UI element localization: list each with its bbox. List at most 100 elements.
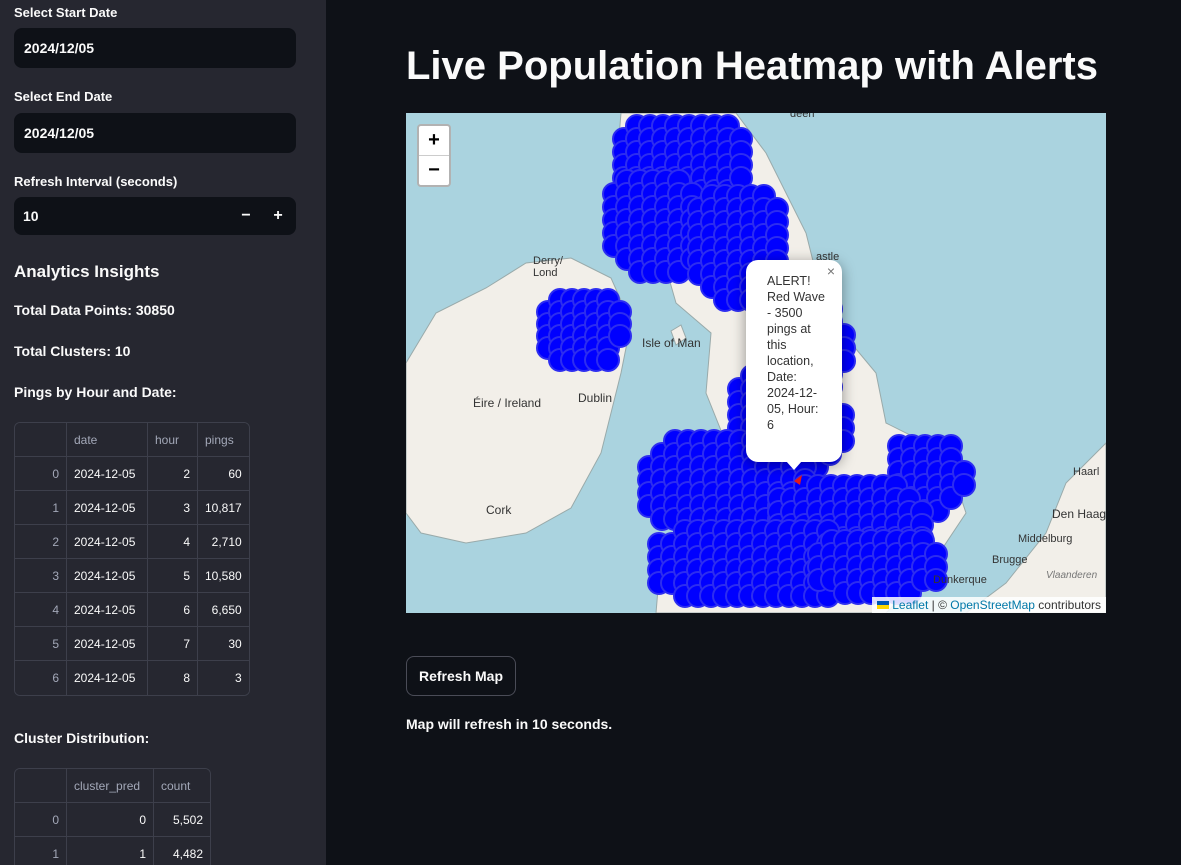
cell-hour: 5 bbox=[148, 559, 198, 593]
sidebar: Select Start Date 2024/12/05 Select End … bbox=[0, 0, 326, 865]
map-label-eire: Éire / Ireland bbox=[473, 396, 542, 410]
row-index: 6 bbox=[15, 661, 67, 695]
map-label-dublin: Dublin bbox=[578, 391, 613, 405]
cell-pings: 6,650 bbox=[198, 593, 249, 627]
table-header[interactable]: pings bbox=[198, 423, 249, 457]
zoom-out-button[interactable]: − bbox=[419, 155, 449, 185]
table-header[interactable] bbox=[15, 423, 67, 457]
table-header-row: cluster_pred count bbox=[15, 769, 210, 803]
row-index: 4 bbox=[15, 593, 67, 627]
map-container[interactable]: Derry/ Lond Isle of Man Éire / Ireland D… bbox=[406, 113, 1106, 613]
row-index: 3 bbox=[15, 559, 67, 593]
row-index: 1 bbox=[15, 491, 67, 525]
map-label-brugge: Brugge bbox=[992, 554, 1028, 566]
table-row: 6 2024-12-05 8 3 bbox=[15, 661, 249, 695]
start-date-input[interactable]: 2024/12/05 bbox=[14, 28, 296, 68]
refresh-status-text: Map will refresh in 10 seconds. bbox=[406, 716, 613, 732]
map-attribution: Leaflet | © OpenStreetMap contributors bbox=[872, 597, 1106, 613]
pings-table: date hour pings 0 2024-12-05 2 60 1 2024-12-… bbox=[14, 422, 250, 696]
popup-tip bbox=[786, 461, 802, 470]
cell-count: 5,502 bbox=[154, 803, 210, 837]
cell-pings: 2,710 bbox=[198, 525, 249, 559]
cell-date: 2024-12-05 bbox=[67, 457, 148, 491]
refresh-map-button[interactable]: Refresh Map bbox=[406, 656, 517, 696]
row-index: 1 bbox=[15, 837, 67, 865]
table-header[interactable]: cluster_pred bbox=[67, 769, 154, 803]
cell-hour: 6 bbox=[148, 593, 198, 627]
cell-pings: 60 bbox=[198, 457, 249, 491]
start-date-label: Select Start Date bbox=[14, 5, 118, 20]
cluster-marker[interactable] bbox=[608, 324, 632, 348]
table-row: 1 2024-12-05 3 10,817 bbox=[15, 491, 249, 525]
row-index: 2 bbox=[15, 525, 67, 559]
refresh-interval-stepper: 10 − + bbox=[14, 197, 296, 235]
attribution-separator: | © bbox=[928, 598, 951, 612]
cell-hour: 8 bbox=[148, 661, 198, 695]
table-header[interactable]: count bbox=[154, 769, 210, 803]
cluster-marker[interactable] bbox=[952, 473, 976, 497]
map-label-den-haag: Den Haag bbox=[1052, 507, 1106, 521]
close-icon[interactable]: × bbox=[827, 263, 835, 279]
table-row: 0 2024-12-05 2 60 bbox=[15, 457, 249, 491]
cell-hour: 2 bbox=[148, 457, 198, 491]
map-label-derry: Derry/ Lond bbox=[533, 255, 563, 279]
cluster-marker[interactable] bbox=[596, 348, 620, 372]
row-index: 0 bbox=[15, 457, 67, 491]
cell-pings: 3 bbox=[198, 661, 249, 695]
end-date-input[interactable]: 2024/12/05 bbox=[14, 113, 296, 153]
zoom-control: + − bbox=[417, 124, 451, 187]
cell-cluster-pred: 1 bbox=[67, 837, 154, 865]
table-row: 4 2024-12-05 6 6,650 bbox=[15, 593, 249, 627]
cell-count: 4,482 bbox=[154, 837, 210, 865]
row-index: 5 bbox=[15, 627, 67, 661]
table-header[interactable]: hour bbox=[148, 423, 198, 457]
cell-date: 2024-12-05 bbox=[67, 491, 148, 525]
increment-button[interactable]: + bbox=[262, 197, 294, 235]
cell-pings: 30 bbox=[198, 627, 249, 661]
ukraine-flag-icon bbox=[877, 601, 890, 609]
refresh-interval-value[interactable]: 10 bbox=[23, 197, 39, 235]
cell-date: 2024-12-05 bbox=[67, 627, 148, 661]
map-label-vlaanderen: Vlaanderen bbox=[1046, 570, 1098, 581]
table-header-row: date hour pings bbox=[15, 423, 249, 457]
end-date-label: Select End Date bbox=[14, 89, 113, 104]
decrement-button[interactable]: − bbox=[230, 197, 262, 235]
cluster-table-title: Cluster Distribution: bbox=[14, 730, 150, 746]
refresh-interval-label: Refresh Interval (seconds) bbox=[14, 174, 178, 189]
map-label-haarlem: Haarl bbox=[1073, 466, 1100, 478]
alert-popup: × ALERT! Red Wave - 3500 pings at this l… bbox=[746, 260, 842, 470]
table-row: 5 2024-12-05 7 30 bbox=[15, 627, 249, 661]
map-label-dunkerque: Dunkerque bbox=[933, 574, 987, 586]
map-label-isle-of-man: Isle of Man bbox=[642, 336, 701, 350]
leaflet-link[interactable]: Leaflet bbox=[892, 598, 928, 612]
cell-hour: 4 bbox=[148, 525, 198, 559]
table-header[interactable] bbox=[15, 769, 67, 803]
alert-popup-text: ALERT! Red Wave - 3500 pings at this loc… bbox=[767, 274, 825, 432]
cluster-table: cluster_pred count 0 0 5,502 1 1 4,482 bbox=[14, 768, 211, 865]
zoom-in-button[interactable]: + bbox=[419, 126, 449, 155]
main-content: Live Population Heatmap with Alerts Derr… bbox=[326, 0, 1181, 865]
cell-date: 2024-12-05 bbox=[67, 525, 148, 559]
table-row: 0 0 5,502 bbox=[15, 803, 210, 837]
openstreetmap-link[interactable]: OpenStreetMap bbox=[950, 598, 1035, 612]
map-label-cork: Cork bbox=[486, 503, 512, 517]
cell-date: 2024-12-05 bbox=[67, 559, 148, 593]
pings-table-title: Pings by Hour and Date: bbox=[14, 384, 177, 400]
cell-pings: 10,817 bbox=[198, 491, 249, 525]
cell-cluster-pred: 0 bbox=[67, 803, 154, 837]
cell-date: 2024-12-05 bbox=[67, 593, 148, 627]
map-label-middelburg: Middelburg bbox=[1018, 533, 1073, 545]
analytics-title: Analytics Insights bbox=[14, 262, 160, 281]
cell-pings: 10,580 bbox=[198, 559, 249, 593]
row-index: 0 bbox=[15, 803, 67, 837]
map-label-aberdeen: deen bbox=[790, 113, 815, 120]
table-header[interactable]: date bbox=[67, 423, 148, 457]
cell-date: 2024-12-05 bbox=[67, 661, 148, 695]
total-clusters: Total Clusters: 10 bbox=[14, 343, 131, 359]
cell-hour: 3 bbox=[148, 491, 198, 525]
page-title: Live Population Heatmap with Alerts bbox=[406, 44, 1098, 88]
table-row: 1 1 4,482 bbox=[15, 837, 210, 865]
cell-hour: 7 bbox=[148, 627, 198, 661]
total-data-points: Total Data Points: 30850 bbox=[14, 302, 175, 318]
table-row: 2 2024-12-05 4 2,710 bbox=[15, 525, 249, 559]
